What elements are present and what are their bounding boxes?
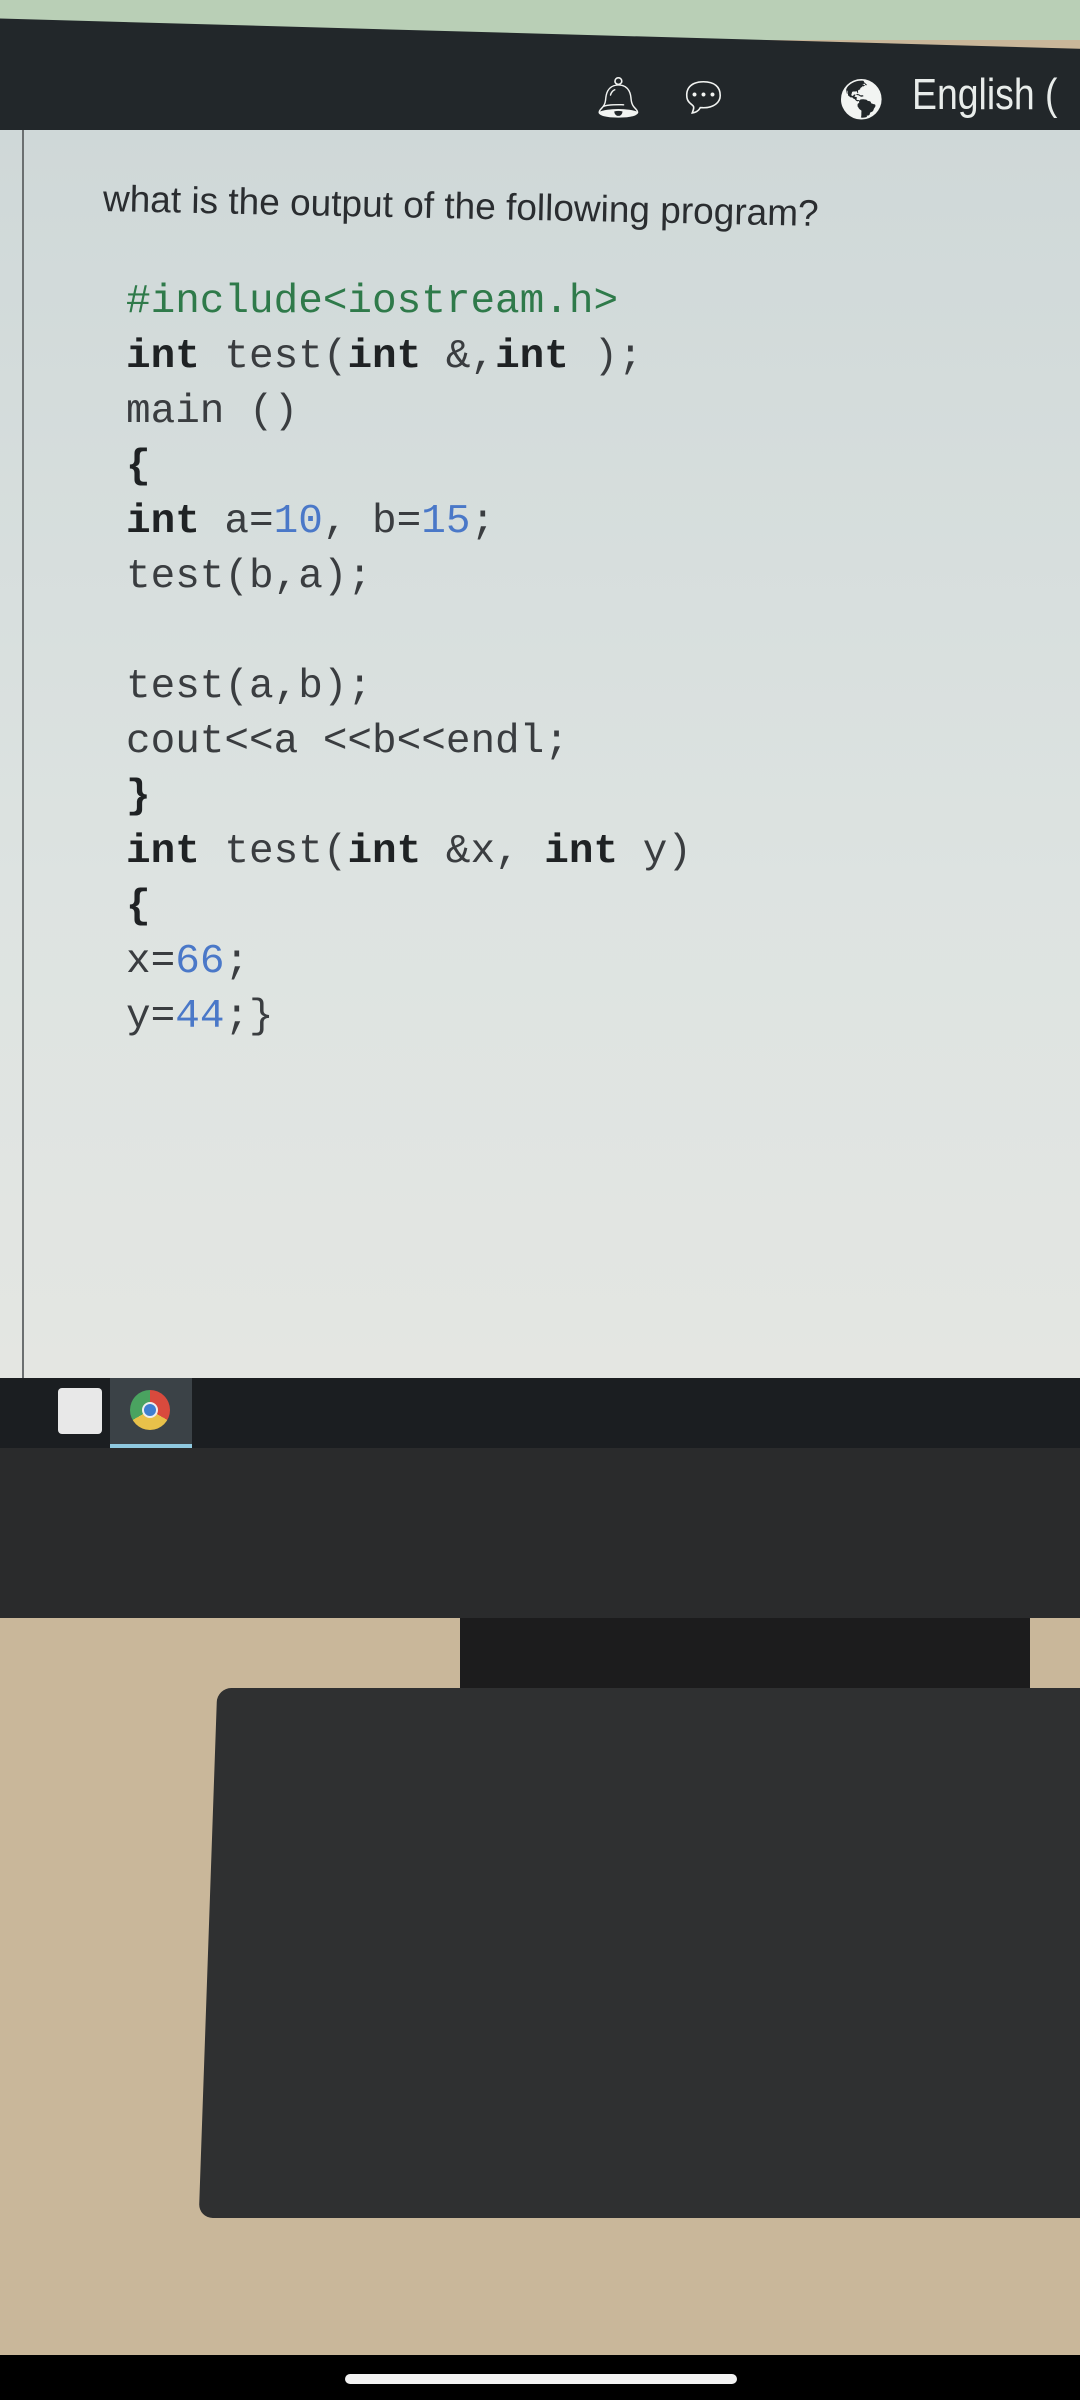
- code-token: int: [126, 334, 200, 380]
- chrome-icon[interactable]: [130, 1390, 170, 1430]
- code-line: y=44;}: [126, 990, 692, 1045]
- code-token: ;: [224, 939, 250, 985]
- code-token: );: [568, 334, 643, 380]
- chat-icon[interactable]: 💬︎: [678, 78, 729, 118]
- code-token: int: [495, 334, 569, 380]
- code-token: int: [544, 829, 619, 875]
- code-token: cout<<a <<b<<endl;: [126, 719, 569, 765]
- code-token: #include<iostream.h>: [126, 279, 619, 325]
- code-token: , b=: [322, 499, 422, 545]
- code-token: }: [126, 774, 151, 820]
- code-line: test(a,b);: [126, 660, 692, 715]
- code-token: test(: [199, 829, 348, 875]
- store-icon[interactable]: [58, 1388, 102, 1434]
- code-line: main (): [126, 385, 692, 440]
- home-indicator[interactable]: [345, 2374, 737, 2384]
- code-token: a=: [199, 499, 274, 545]
- language-menu[interactable]: English (: [912, 70, 1058, 120]
- code-token: 44: [175, 994, 225, 1040]
- code-token: int: [126, 829, 200, 875]
- code-token: int: [126, 499, 200, 545]
- code-line: #include<iostream.h>: [126, 275, 692, 330]
- code-line: {: [126, 880, 692, 935]
- code-line: int test(int &x, int y): [126, 825, 692, 880]
- code-line: x=66;: [126, 935, 692, 990]
- code-token: y): [618, 829, 692, 875]
- code-token: 15: [421, 499, 471, 545]
- code-token: &x,: [421, 829, 545, 875]
- code-token: 66: [175, 939, 225, 985]
- code-token: int: [347, 829, 422, 875]
- code-token: {: [126, 444, 151, 490]
- globe-icon: 🌎︎: [836, 77, 887, 123]
- code-token: test(a,b);: [126, 664, 373, 710]
- code-token: &,: [421, 334, 496, 380]
- code-token: y=: [126, 994, 176, 1040]
- monitor-bezel: [0, 1448, 1080, 1618]
- code-token: int: [347, 334, 422, 380]
- code-token: main (): [126, 389, 299, 435]
- monitor-stand-base: [198, 1688, 1080, 2218]
- code-token: {: [126, 884, 151, 930]
- content-border: [22, 130, 24, 1380]
- code-token: ;}: [224, 994, 274, 1040]
- code-line: int a=10, b=15;: [126, 495, 692, 550]
- code-line: }: [126, 770, 692, 825]
- bell-icon[interactable]: 🔔︎: [593, 78, 644, 118]
- code-token: ;: [470, 499, 496, 545]
- code-line: {: [126, 440, 692, 495]
- code-line: cout<<a <<b<<endl;: [126, 715, 692, 770]
- code-line: test(b,a);: [126, 550, 692, 605]
- code-token: 10: [273, 499, 323, 545]
- code-token: test(b,a);: [126, 554, 373, 600]
- code-token: test(: [199, 334, 348, 380]
- code-block: #include<iostream.h> int test(int &,int )…: [126, 275, 692, 1045]
- code-line: int test(int &,int );: [126, 330, 692, 385]
- code-token: x=: [126, 939, 176, 985]
